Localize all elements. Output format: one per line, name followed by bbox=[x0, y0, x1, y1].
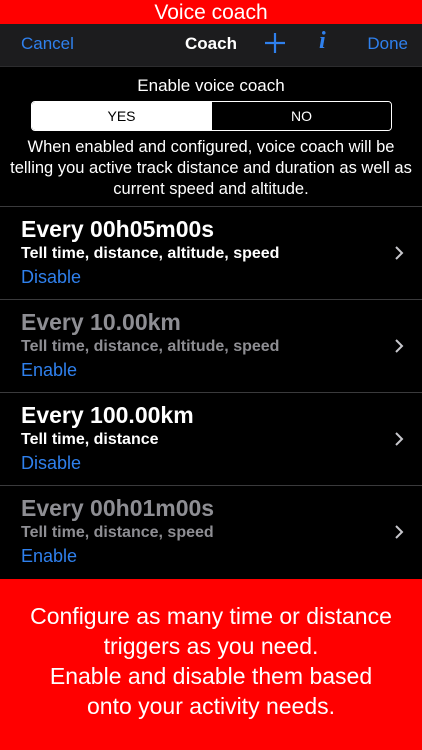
chevron-right-icon bbox=[395, 432, 404, 446]
enable-voice-coach-section: Enable voice coach YES NO When enabled a… bbox=[0, 67, 422, 206]
chevron-right-icon bbox=[395, 525, 404, 539]
plus-icon[interactable] bbox=[262, 30, 288, 56]
trigger-row[interactable]: Every 00h01m00s Tell time, distance, spe… bbox=[0, 485, 422, 578]
trigger-title: Every 00h01m00s bbox=[21, 495, 215, 521]
trigger-subtitle: Tell time, distance, altitude, speed bbox=[21, 245, 280, 262]
cancel-button[interactable]: Cancel bbox=[21, 34, 74, 54]
trigger-subtitle: Tell time, distance bbox=[21, 431, 159, 448]
segment-yes[interactable]: YES bbox=[32, 102, 211, 130]
info-icon[interactable]: i bbox=[319, 28, 326, 55]
promo-text: Configure as many time or distance trigg… bbox=[0, 601, 422, 721]
navigation-bar: Cancel Coach i Done bbox=[0, 24, 422, 67]
page-title: Coach bbox=[185, 34, 237, 53]
done-button[interactable]: Done bbox=[367, 34, 408, 54]
promo-banner-title: Voice coach bbox=[154, 1, 268, 24]
promo-line: onto your activity needs. bbox=[86, 693, 336, 719]
trigger-subtitle: Tell time, distance, speed bbox=[21, 524, 214, 541]
enable-voice-coach-label: Enable voice coach bbox=[137, 76, 285, 95]
promo-banner-bottom: Configure as many time or distance trigg… bbox=[0, 579, 422, 750]
trigger-title: Every 100.00km bbox=[21, 402, 194, 428]
segment-no[interactable]: NO bbox=[211, 102, 391, 130]
promo-banner-top: Voice coach bbox=[0, 0, 422, 24]
promo-line: Configure as many time or distance bbox=[30, 603, 392, 629]
promo-line: triggers as you need. bbox=[103, 633, 319, 659]
trigger-row[interactable]: Every 00h05m00s Tell time, distance, alt… bbox=[0, 206, 422, 299]
enable-link[interactable]: Enable bbox=[21, 546, 77, 567]
chevron-right-icon bbox=[395, 246, 404, 260]
voice-coach-description: When enabled and configured, voice coach… bbox=[10, 138, 412, 198]
disable-link[interactable]: Disable bbox=[21, 267, 81, 288]
trigger-title: Every 10.00km bbox=[21, 309, 181, 335]
promo-line: Enable and disable them based bbox=[49, 663, 373, 689]
trigger-subtitle: Tell time, distance, altitude, speed bbox=[21, 338, 280, 355]
disable-link[interactable]: Disable bbox=[21, 453, 81, 474]
chevron-right-icon bbox=[395, 339, 404, 353]
trigger-title: Every 00h05m00s bbox=[21, 216, 215, 242]
enable-link[interactable]: Enable bbox=[21, 360, 77, 381]
enable-segmented-control[interactable]: YES NO bbox=[31, 101, 392, 131]
trigger-row[interactable]: Every 10.00km Tell time, distance, altit… bbox=[0, 299, 422, 392]
trigger-row[interactable]: Every 100.00km Tell time, distance Disab… bbox=[0, 392, 422, 485]
